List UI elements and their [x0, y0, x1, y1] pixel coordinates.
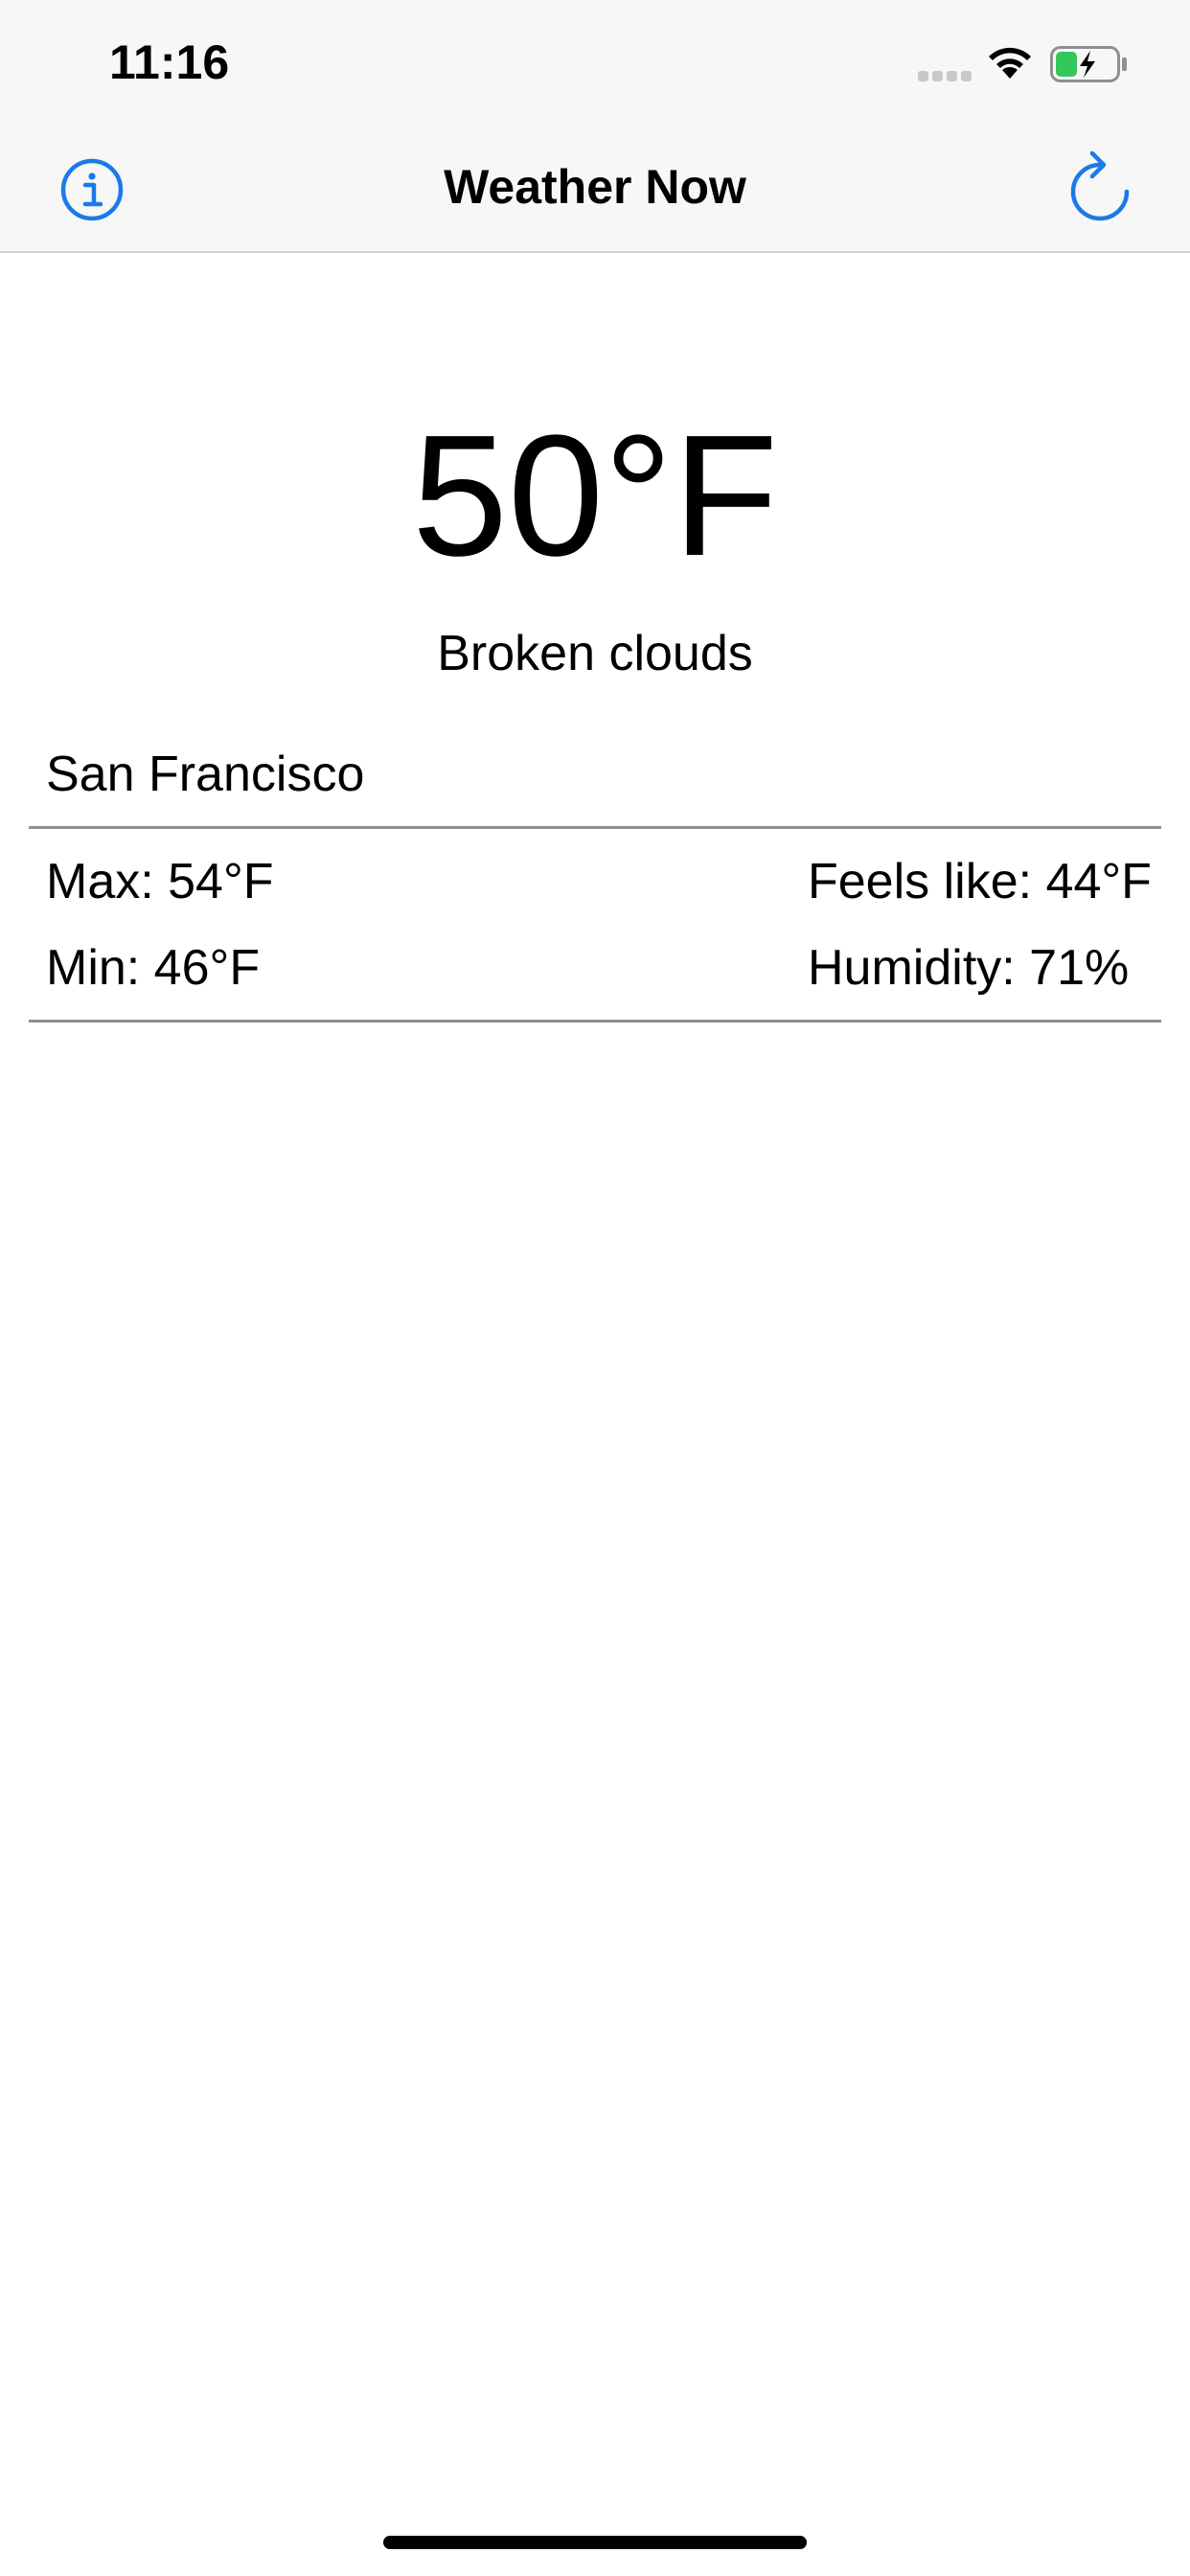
status-bar: 11:16 [0, 0, 1190, 126]
battery-charging-icon [1050, 46, 1127, 82]
min-temperature: Min: 46°F [46, 940, 261, 996]
divider [29, 826, 1161, 829]
navigation-bar: Weather Now [0, 126, 1190, 253]
cellular-signal-icon [918, 71, 972, 82]
feels-like-temperature: Feels like: 44°F [808, 854, 1152, 909]
max-temperature: Max: 54°F [46, 854, 274, 909]
page-title: Weather Now [444, 160, 746, 214]
status-time: 11:16 [109, 35, 230, 89]
wifi-icon [989, 47, 1031, 79]
city-name: San Francisco [46, 747, 365, 802]
screen: 11:16 Weather Now 50°F Broken clouds San… [0, 0, 1190, 2576]
divider [29, 1020, 1161, 1023]
weather-condition: Broken clouds [437, 626, 753, 681]
refresh-icon[interactable] [1067, 150, 1133, 222]
current-temperature: 50°F [411, 400, 779, 592]
humidity: Humidity: 71% [808, 940, 1130, 996]
home-indicator[interactable] [383, 2536, 807, 2549]
